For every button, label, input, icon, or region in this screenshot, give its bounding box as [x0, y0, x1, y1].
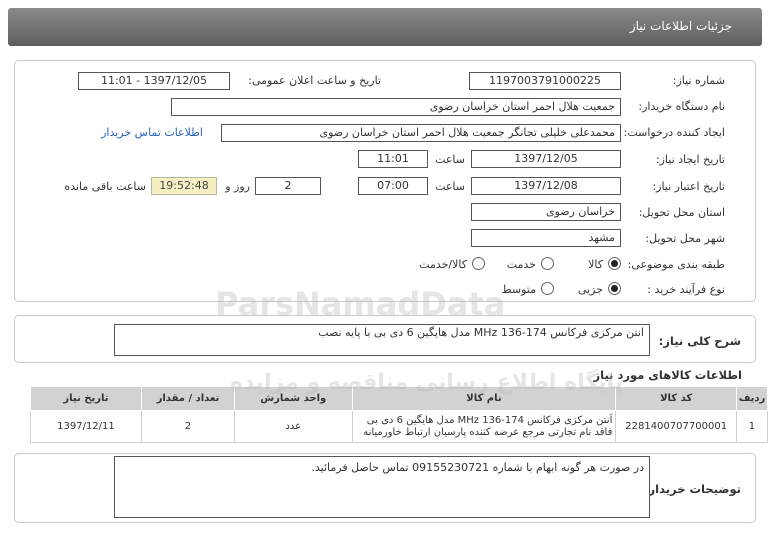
need-number-label: شماره نیاز: [672, 74, 725, 87]
buyer-notes-label: توضیحات خریدار: [643, 482, 741, 496]
province-field: خراسان رضوی [471, 203, 621, 221]
buyer-notes-panel: توضیحات خریدار: در صورت هر گونه ابهام با… [14, 453, 756, 523]
page-title: جزئیات اطلاعات نیاز [629, 19, 732, 33]
days-label: روز و [225, 180, 250, 193]
need-details-panel: شماره نیاز: 1197003791000225 تاریخ و ساع… [14, 60, 756, 302]
province-label: استان محل تحویل: [638, 206, 725, 219]
created-time-label: ساعت [435, 153, 465, 166]
process-label: نوع فرآیند خرید : [647, 283, 725, 296]
remaining-label: ساعت باقی مانده [64, 180, 146, 193]
cell-qty: 2 [140, 410, 236, 443]
col-code: کد کالا [615, 386, 737, 411]
category-goods-label: کالا [588, 258, 603, 271]
col-index: ردیف [735, 386, 769, 411]
cell-index: 1 [735, 410, 769, 443]
validity-time-label: ساعت [435, 180, 465, 193]
page-header: جزئیات اطلاعات نیاز [8, 8, 762, 46]
validity-time-field: 07:00 [358, 177, 428, 195]
need-number-field: 1197003791000225 [469, 72, 621, 90]
summary-label: شرح کلی نیاز: [658, 334, 741, 348]
remaining-time-field: 19:52:48 [151, 177, 217, 195]
col-date: تاریخ نیاز [30, 386, 142, 411]
category-service-radio[interactable] [541, 257, 554, 270]
col-qty: تعداد / مقدار [140, 386, 236, 411]
goods-table: ردیف کد کالا نام کالا واحد شمارش تعداد /… [30, 386, 769, 443]
days-field: 2 [255, 177, 321, 195]
category-service-label: خدمت [506, 258, 536, 271]
cell-date: 1397/12/11 [30, 410, 142, 443]
category-goods-radio[interactable] [608, 257, 621, 270]
validity-date-field: 1397/12/08 [471, 177, 621, 195]
summary-field: انتن مرکزی فرکانس 174-136 MHz مدل هایگین… [114, 324, 650, 356]
cell-unit: عدد [234, 410, 353, 443]
process-minor-radio[interactable] [608, 282, 621, 295]
goods-table-header: ردیف کد کالا نام کالا واحد شمارش تعداد /… [30, 386, 769, 411]
city-label: شهر محل تحویل: [645, 232, 725, 245]
category-goods-service-radio[interactable] [472, 257, 485, 270]
buyer-org-field: جمعیت هلال احمر استان خراسان رضوی [171, 98, 621, 116]
announce-field: 1397/12/05 - 11:01 [78, 72, 230, 90]
cell-code: 2281400707700001 [615, 410, 737, 443]
buyer-contact-link[interactable]: اطلاعات تماس خریدار [101, 126, 203, 139]
created-date-field: 1397/12/05 [471, 150, 621, 168]
announce-label: تاریخ و ساعت اعلان عمومی: [248, 74, 381, 87]
col-unit: واحد شمارش [234, 386, 353, 411]
goods-section-title: اطلاعات کالاهای مورد نیاز [593, 368, 742, 382]
cell-name: آنتن مرکزی فرکانس 174-136 MHz مدل هایگین… [351, 410, 617, 443]
creator-field: محمدعلی خلیلی تجانگر جمعیت هلال احمر است… [221, 124, 621, 142]
buyer-org-label: نام دستگاه خریدار: [638, 100, 725, 113]
creator-label: ایجاد کننده درخواست: [623, 126, 725, 139]
process-medium-label: متوسط [501, 283, 536, 296]
category-label: طبقه بندی موضوعی: [627, 258, 725, 271]
created-time-field: 11:01 [358, 150, 428, 168]
buyer-notes-field: در صورت هر گونه ابهام با شماره 091552307… [114, 456, 650, 518]
created-date-label: تاریخ ایجاد نیاز: [655, 153, 725, 166]
category-goods-service-label: کالا/خدمت [419, 258, 467, 271]
table-row: 1 2281400707700001 آنتن مرکزی فرکانس 174… [30, 410, 769, 443]
summary-panel: شرح کلی نیاز: انتن مرکزی فرکانس 174-136 … [14, 315, 756, 363]
city-field: مشهد [471, 229, 621, 247]
validity-label: تاریخ اعتبار نیاز: [652, 180, 725, 193]
process-medium-radio[interactable] [541, 282, 554, 295]
col-name: نام کالا [351, 386, 617, 411]
process-minor-label: جزیی [577, 283, 603, 296]
